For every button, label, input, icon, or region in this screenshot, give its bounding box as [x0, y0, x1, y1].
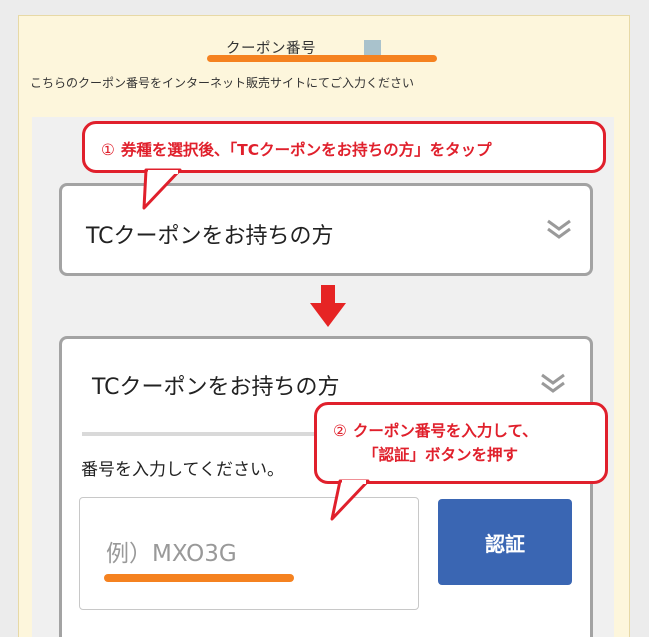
input-highlight-underline [104, 574, 294, 582]
annotation-callout-step1: ① 券種を選択後、「TCクーポンをお持ちの方」をタップ [82, 121, 606, 173]
annotation-step1-text: ① 券種を選択後、「TCクーポンをお持ちの方」をタップ [101, 141, 492, 159]
chevron-double-down-icon[interactable] [540, 372, 566, 394]
arrow-down-icon [310, 285, 346, 327]
chevron-double-down-icon [547, 219, 571, 239]
authenticate-button[interactable]: 認証 [438, 499, 572, 585]
annotation-step2-text: ② クーポン番号を入力して、 「認証」ボタンを押す [333, 422, 538, 464]
coupon-number-prompt: 番号を入力してください。 [81, 460, 284, 480]
coupon-type-selected-value: TCクーポンをお持ちの方 [86, 224, 334, 249]
coupon-entry-type-value[interactable]: TCクーポンをお持ちの方 [92, 369, 340, 401]
page-description: こちらのクーポン番号をインターネット販売サイトにてご入力ください [30, 76, 415, 90]
annotation-callout-step2: ② クーポン番号を入力して、 「認証」ボタンを押す [314, 402, 608, 484]
callout-pointer [142, 168, 182, 210]
coupon-entry-form: TCクーポンをお持ちの方 番号を入力してください。 認証 [59, 336, 593, 637]
callout-pointer [330, 479, 370, 521]
title-highlight-underline [207, 55, 437, 62]
